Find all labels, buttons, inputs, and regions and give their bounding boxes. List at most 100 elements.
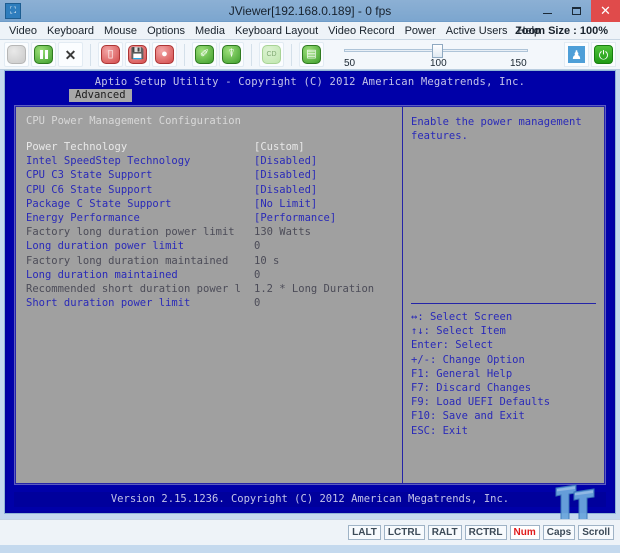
key-legend-row: Enter: Select xyxy=(411,339,494,352)
led-scroll[interactable]: Scroll xyxy=(578,525,614,540)
setting-value[interactable]: 0 xyxy=(254,239,392,253)
setting-row[interactable]: Recommended short duration power l 1.2 * … xyxy=(26,282,392,296)
hotkeys-button[interactable]: ▤ xyxy=(299,42,324,67)
setting-label: Factory long duration power limit xyxy=(26,226,235,239)
bios-footer-version: Version 2.15.1236. Copyright (C) 2012 Am… xyxy=(14,492,606,507)
setting-row[interactable]: Long duration maintained 0 xyxy=(26,268,392,282)
slider-tick-50: 50 xyxy=(344,57,356,69)
key-legend-row: F9: Load UEFI Defaults xyxy=(411,396,551,409)
menu-bar: Video Keyboard Mouse Options Media Keybo… xyxy=(0,22,620,40)
zoom-size-label: Zoom Size : 100% xyxy=(515,24,608,37)
setting-value[interactable]: [Performance] xyxy=(254,211,392,225)
menu-item-keyboard-layout[interactable]: Keyboard Layout xyxy=(230,23,323,39)
status-bar: LALT LCTRL RALT RCTRL Num Caps Scroll xyxy=(0,519,620,545)
bios-canvas: Aptio Setup Utility - Copyright (C) 2012… xyxy=(7,73,613,511)
key-legend-row: F10: Save and Exit xyxy=(411,410,525,423)
setting-value[interactable]: 130 Watts xyxy=(254,225,392,239)
led-lctrl[interactable]: LCTRL xyxy=(383,525,425,540)
menu-item-media[interactable]: Media xyxy=(190,23,230,39)
setting-value[interactable]: [Disabled] xyxy=(254,168,392,182)
bios-settings-panel: CPU Power Management Configuration Power… xyxy=(15,106,403,484)
keyboard-led-indicators: LALT LCTRL RALT RCTRL Num Caps Scroll xyxy=(348,525,614,540)
led-caps[interactable]: Caps xyxy=(542,525,576,540)
title-bar: ⛶ JViewer[192.168.0.189] - 0 fps ✕ xyxy=(0,0,620,22)
bios-header-title: Aptio Setup Utility - Copyright (C) 2012… xyxy=(94,76,526,88)
mouse-mode-button[interactable]: ✐ xyxy=(192,42,217,67)
bios-panels: CPU Power Management Configuration Power… xyxy=(14,105,606,485)
bios-tabbar: Advanced xyxy=(7,89,613,102)
setting-value[interactable]: [No Limit] xyxy=(254,197,392,211)
setting-value[interactable]: [Custom] xyxy=(254,140,392,154)
slider-tick-100: 100 xyxy=(430,57,447,69)
led-rctrl[interactable]: RCTRL xyxy=(464,525,507,540)
menu-item-video-record[interactable]: Video Record xyxy=(323,23,399,39)
setting-label: Intel SpeedStep Technology xyxy=(26,155,191,168)
setting-value[interactable]: 0 xyxy=(254,268,392,282)
setting-value[interactable]: 10 s xyxy=(254,254,392,268)
menu-item-options[interactable]: Options xyxy=(142,23,190,39)
setting-label: Short duration power limit xyxy=(26,297,191,310)
led-ralt[interactable]: RALT xyxy=(427,525,462,540)
bios-screen: Aptio Setup Utility - Copyright (C) 2012… xyxy=(4,70,616,514)
pause-button[interactable] xyxy=(31,42,56,67)
window-controls: ✕ xyxy=(533,0,620,22)
cd-media-button[interactable]: CD xyxy=(259,42,284,67)
setting-value[interactable]: 0 xyxy=(254,296,392,310)
toolbar-divider xyxy=(291,43,292,66)
setting-row[interactable]: CPU C6 State Support [Disabled] xyxy=(26,183,392,197)
setting-row[interactable]: Power Technology [Custom] xyxy=(26,140,392,154)
menu-item-keyboard[interactable]: Keyboard xyxy=(42,23,99,39)
toolbar-group-media: CD xyxy=(255,42,285,67)
setting-row[interactable]: Package C State Support [No Limit] xyxy=(26,197,392,211)
slider-ticks: 50 100 150 xyxy=(338,58,538,70)
active-users-button[interactable]: ♟ xyxy=(564,42,589,67)
setting-value[interactable]: [Disabled] xyxy=(254,183,392,197)
virtual-keyboard-button[interactable]: ⍒ xyxy=(219,42,244,67)
record-button[interactable]: ● xyxy=(152,42,177,67)
setting-row[interactable]: Factory long duration maintained 10 s xyxy=(26,254,392,268)
menu-item-active-users[interactable]: Active Users xyxy=(441,23,513,39)
setting-row[interactable]: Short duration power limit 0 xyxy=(26,296,392,310)
setting-row[interactable]: Factory long duration power limit 130 Wat… xyxy=(26,225,392,239)
key-legend-row: ↔: Select Screen xyxy=(411,311,513,323)
setting-value[interactable]: 1.2 * Long Duration xyxy=(254,282,392,296)
tab-advanced[interactable]: Advanced xyxy=(69,89,132,102)
menu-item-mouse[interactable]: Mouse xyxy=(99,23,142,39)
toolbar-group-input: ✐ ⍒ xyxy=(188,42,245,67)
slider-thumb[interactable] xyxy=(432,43,443,58)
toolbar-group-capture: ▯ 💾 ● xyxy=(94,42,178,67)
key-legend-row: ↑↓: Select Item xyxy=(411,325,506,338)
key-legend-row: +/-: Change Option xyxy=(411,353,525,366)
power-icon: ⏻ xyxy=(594,45,613,64)
setting-row[interactable]: Intel SpeedStep Technology [Disabled] xyxy=(26,154,392,168)
refresh-button[interactable] xyxy=(4,42,29,67)
led-num[interactable]: Num xyxy=(509,525,540,540)
zoom-slider[interactable]: 50 100 150 xyxy=(338,41,538,69)
toolbar-divider xyxy=(90,43,91,66)
toolbar-group-view: ✕ xyxy=(0,42,84,67)
help-divider xyxy=(411,303,596,304)
key-legend-row: F1: General Help xyxy=(411,367,513,380)
minimize-icon[interactable] xyxy=(533,0,562,22)
save-snapshot-button[interactable]: 💾 xyxy=(125,42,150,67)
setting-row[interactable]: Long duration power limit 0 xyxy=(26,239,392,253)
slider-tick-150: 150 xyxy=(510,57,527,69)
key-legend-row: F7: Discard Changes xyxy=(411,382,532,395)
toolbar-divider xyxy=(251,43,252,66)
maximize-icon[interactable] xyxy=(562,0,591,22)
setting-row[interactable]: Energy Performance [Performance] xyxy=(26,211,392,225)
menu-item-power[interactable]: Power xyxy=(400,23,441,39)
setting-value[interactable]: [Disabled] xyxy=(254,154,392,168)
setting-label: Package C State Support xyxy=(26,197,172,210)
power-control-button[interactable]: ⏻ xyxy=(591,42,616,67)
fullscreen-button[interactable]: ✕ xyxy=(58,42,83,67)
led-lalt[interactable]: LALT xyxy=(348,525,381,540)
setting-label: Long duration power limit xyxy=(26,240,185,253)
setting-label: Energy Performance xyxy=(26,212,140,225)
setting-row[interactable]: CPU C3 State Support [Disabled] xyxy=(26,168,392,182)
menu-item-video[interactable]: Video xyxy=(4,23,42,39)
close-icon[interactable]: ✕ xyxy=(591,0,620,22)
key-legend-row: ESC: Exit xyxy=(411,424,468,437)
stop-record-button[interactable]: ▯ xyxy=(98,42,123,67)
settings-list: Power Technology [Custom] Intel SpeedStep … xyxy=(26,140,392,310)
